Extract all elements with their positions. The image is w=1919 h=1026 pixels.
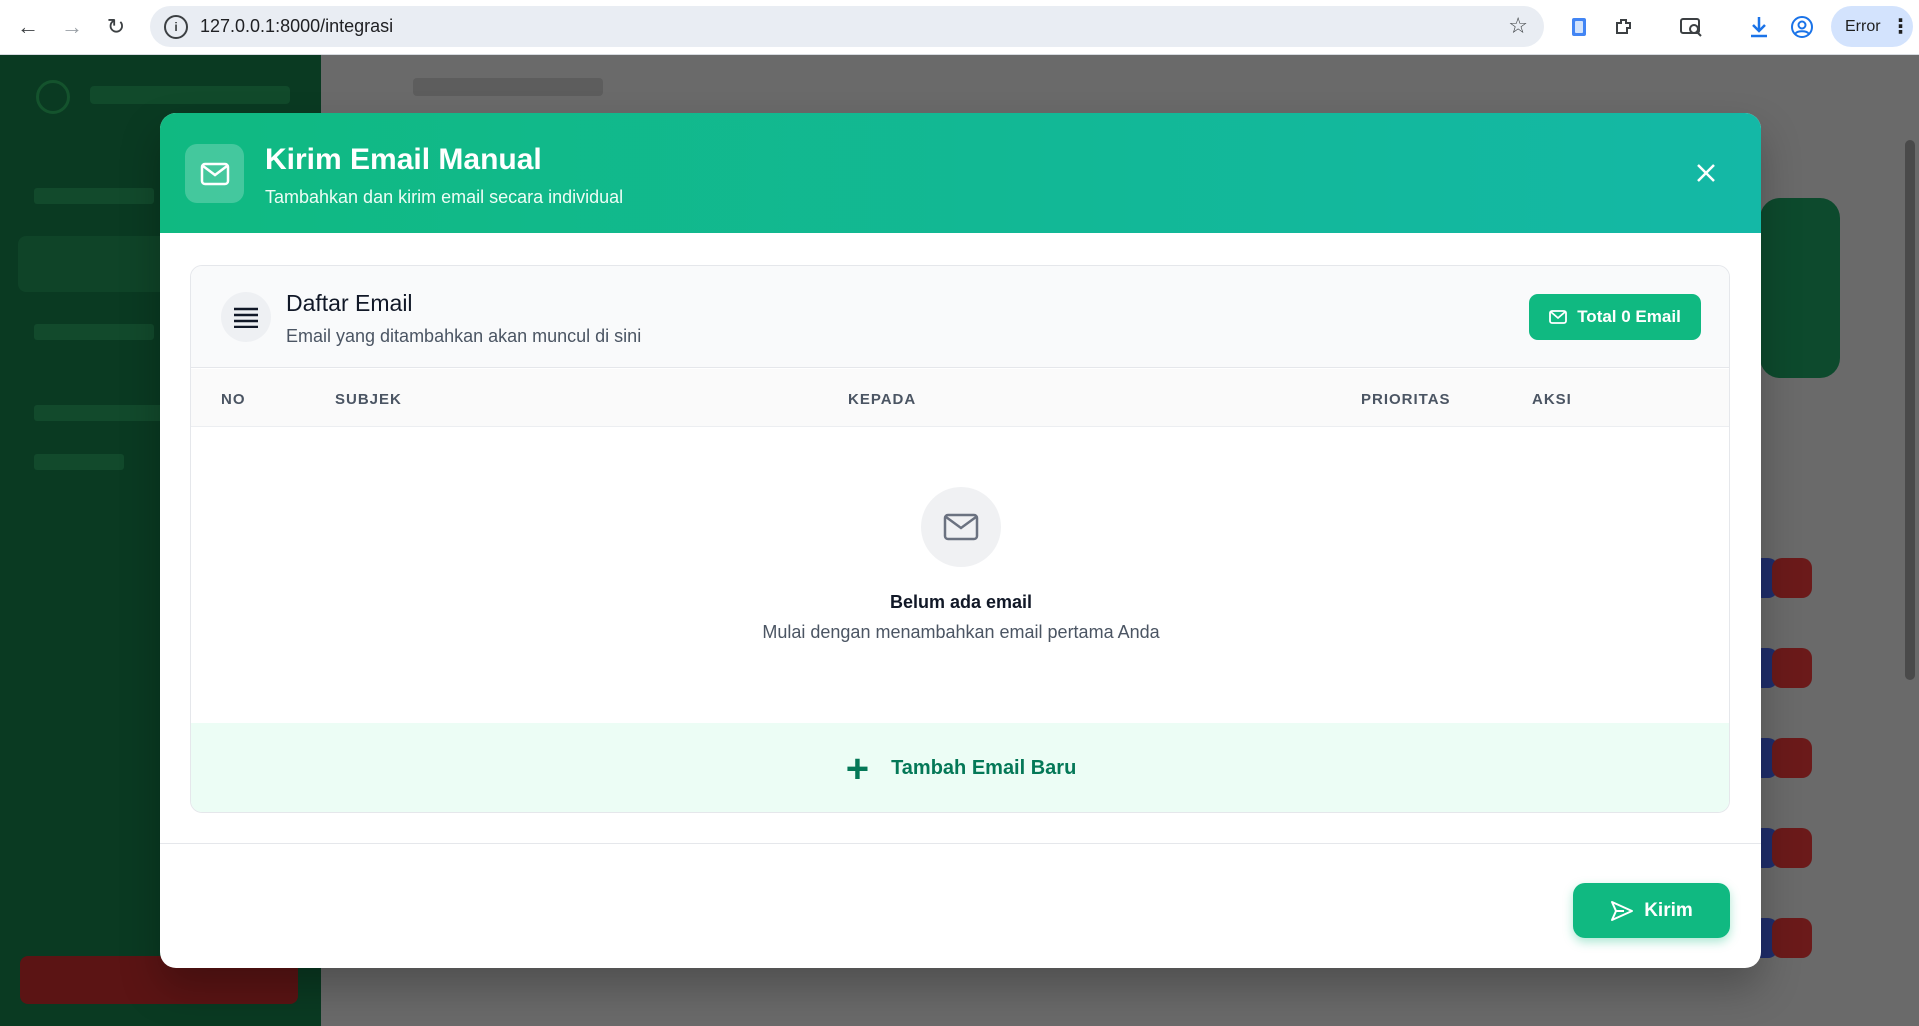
total-email-badge: Total 0 Email	[1529, 294, 1701, 340]
list-icon	[221, 292, 271, 342]
modal-title: Kirim Email Manual	[265, 143, 542, 176]
background-nav-item	[34, 454, 124, 470]
send-button[interactable]: Kirim	[1573, 883, 1730, 938]
background-action	[1772, 648, 1812, 688]
column-header-recipient: KEPADA	[848, 391, 917, 408]
send-email-modal: Kirim Email Manual Tambahkan dan kirim e…	[160, 113, 1761, 968]
background-scrollbar	[1905, 140, 1915, 680]
background-action	[1772, 558, 1812, 598]
background-card	[1760, 198, 1840, 378]
send-icon	[1611, 900, 1634, 921]
send-label: Kirim	[1644, 899, 1693, 921]
browser-toolbar: ← → ↻ i 127.0.0.1:8000/integrasi ☆ Error…	[0, 0, 1919, 55]
email-list-title: Daftar Email	[286, 290, 413, 316]
plus-icon: +	[845, 746, 870, 791]
modal-header: Kirim Email Manual Tambahkan dan kirim e…	[160, 113, 1761, 233]
background-nav-item	[34, 188, 154, 204]
profile-error-pill[interactable]: Error ⋮	[1831, 6, 1913, 47]
email-table-header: NO SUBJEK KEPADA PRIORITAS AKSI	[191, 369, 1729, 427]
background-logo	[36, 80, 70, 114]
download-icon[interactable]	[1744, 12, 1774, 42]
address-bar[interactable]: i 127.0.0.1:8000/integrasi ☆	[150, 6, 1544, 47]
reload-icon[interactable]: ↻	[100, 11, 132, 43]
footer-divider	[160, 843, 1761, 844]
modal-subtitle: Tambahkan dan kirim email secara individ…	[265, 187, 624, 207]
background-brand	[90, 86, 290, 104]
profile-icon[interactable]	[1787, 12, 1817, 42]
extensions-icon[interactable]	[1609, 12, 1639, 42]
email-list-card: Daftar Email Email yang ditambahkan akan…	[190, 265, 1730, 813]
background-action	[1772, 828, 1812, 868]
background-nav-item	[34, 324, 154, 340]
menu-dots-icon[interactable]: ⋮	[1891, 14, 1911, 39]
column-header-action: AKSI	[1532, 391, 1572, 408]
add-email-label: Tambah Email Baru	[891, 757, 1077, 779]
tab-search-icon[interactable]	[1676, 12, 1706, 42]
profile-error-label: Error	[1845, 17, 1881, 35]
bookmark-star-icon[interactable]: ☆	[1508, 13, 1528, 39]
background-action	[1772, 738, 1812, 778]
mail-icon	[921, 487, 1001, 567]
empty-state-subtitle: Mulai dengan menambahkan email pertama A…	[762, 622, 1160, 642]
column-header-subject: SUBJEK	[335, 391, 402, 408]
empty-state-title: Belum ada email	[889, 592, 1033, 612]
forward-icon[interactable]: →	[56, 11, 88, 43]
site-info-icon[interactable]: i	[164, 14, 188, 39]
total-email-label: Total 0 Email	[1577, 307, 1681, 326]
back-icon[interactable]: ←	[12, 11, 44, 43]
empty-state: Belum ada email Mulai dengan menambahkan…	[191, 427, 1729, 723]
email-list-subtitle: Email yang ditambahkan akan muncul di si…	[286, 326, 642, 346]
add-email-button[interactable]: + Tambah Email Baru	[191, 723, 1729, 812]
close-icon[interactable]	[1690, 157, 1722, 189]
background-title	[413, 78, 603, 96]
column-header-no: NO	[221, 391, 246, 408]
email-list-header: Daftar Email Email yang ditambahkan akan…	[191, 266, 1729, 368]
mail-icon	[1549, 310, 1568, 324]
translate-icon[interactable]	[1564, 12, 1594, 42]
background-action	[1772, 918, 1812, 958]
url-text[interactable]: 127.0.0.1:8000/integrasi	[200, 16, 393, 37]
mail-icon	[185, 144, 244, 203]
column-header-priority: PRIORITAS	[1361, 391, 1451, 408]
